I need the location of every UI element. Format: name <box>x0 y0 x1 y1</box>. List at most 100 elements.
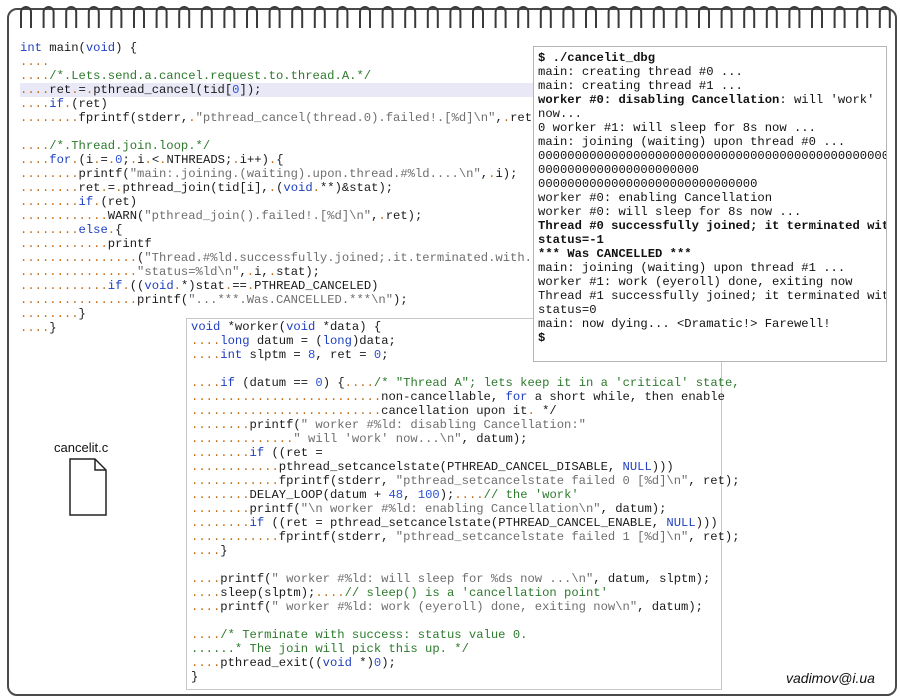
code-line: ....sleep(slptm);....// sleep() is a 'ca… <box>191 586 608 600</box>
code-line: ........if.(ret) <box>20 195 138 209</box>
binding-ring <box>87 6 100 28</box>
code-line: ....printf(" worker #%ld: will sleep for… <box>191 572 711 586</box>
terminal-line: main: creating thread #1 ... <box>538 79 743 93</box>
code-line: ................("Thread.#%ld.successful… <box>20 251 540 265</box>
code-line: ........ret.=.pthread_join(tid[i],.(void… <box>20 181 394 195</box>
binding-ring <box>178 6 191 28</box>
code-line: ..../* Terminate with success: status va… <box>191 628 528 642</box>
code-line: ........if ((ret = pthread_setcancelstat… <box>191 516 718 530</box>
terminal-line: $ <box>538 331 546 345</box>
binding-ring <box>517 6 530 28</box>
binding-ring <box>743 6 756 28</box>
binding-ring <box>675 6 688 28</box>
binding-ring <box>765 6 778 28</box>
terminal-line: 0000000000000000000000 <box>538 163 699 177</box>
code-line: ........printf("\n worker #%ld: enabling… <box>191 502 667 516</box>
file-icon[interactable] <box>69 458 107 516</box>
terminal-line: main: now dying... <Dramatic!> Farewell! <box>538 317 831 331</box>
binding-ring <box>652 6 665 28</box>
terminal-line: Thread #1 successfully joined; it termin… <box>538 289 887 303</box>
code-line: ............fprintf(stderr, "pthread_set… <box>191 474 740 488</box>
worker-function-code: void *worker(void *data) {....long datum… <box>191 320 740 684</box>
terminal-output-panel: $ ./cancelit_dbg main: creating thread #0… <box>533 46 887 362</box>
code-line: ............pthread_setcancelstate(PTHRE… <box>191 460 674 474</box>
code-line: ........printf(" worker #%ld: disabling … <box>191 418 586 432</box>
binding-ring <box>720 6 733 28</box>
code-line: ........DELAY_LOOP(datum + 48, 100);....… <box>191 488 579 502</box>
code-line: int main(void) { <box>20 41 138 55</box>
binding-ring <box>20 6 32 28</box>
code-line: ............if.((void.*)stat.==.PTHREAD_… <box>20 279 379 293</box>
terminal-line: main: creating thread #0 ... <box>538 65 743 79</box>
binding-ring <box>856 6 869 28</box>
terminal-line: worker #0: will sleep for 8s now ... <box>538 205 802 219</box>
binding-ring <box>65 6 78 28</box>
binding-ring <box>404 6 417 28</box>
binding-ring <box>788 6 801 28</box>
binding-ring <box>223 6 236 28</box>
binding-ring <box>539 6 552 28</box>
terminal-line: Thread #0 successfully joined; it termin… <box>538 219 887 233</box>
terminal-line: 0 worker #1: will sleep for 8s now ... <box>538 121 816 135</box>
spiral-binding <box>20 6 891 28</box>
binding-ring <box>110 6 123 28</box>
code-line: ......* The join will pick this up. */ <box>191 642 469 656</box>
code-line: ........else.{ <box>20 223 123 237</box>
terminal-line: status=0 <box>538 303 597 317</box>
terminal-line: main: joining (waiting) upon thread #1 .… <box>538 261 846 275</box>
code-line: .... <box>20 55 50 69</box>
terminal-line: 0000000000000000000000000000000000000000… <box>538 149 887 163</box>
binding-ring <box>291 6 304 28</box>
terminal-line: worker #0: enabling Cancellation <box>538 191 773 205</box>
binding-ring <box>268 6 281 28</box>
code-line: ....ret.=.pthread_cancel(tid[0]); <box>20 83 547 97</box>
code-line: ............WARN("pthread_join().failed!… <box>20 209 423 223</box>
terminal-line: $ ./cancelit_dbg <box>538 51 656 65</box>
binding-ring <box>449 6 462 28</box>
terminal-line: 000000000000000000000000000000 <box>538 177 758 191</box>
binding-ring <box>494 6 507 28</box>
main-function-code: int main(void) {.... ..../*.Lets.send.a.c… <box>20 41 547 335</box>
terminal-line: now... <box>538 107 582 121</box>
terminal-line: *** Was CANCELLED *** <box>538 247 692 261</box>
binding-ring <box>811 6 823 28</box>
code-line: ....if.(ret) <box>20 97 108 111</box>
binding-ring <box>200 6 213 28</box>
binding-ring <box>878 6 891 28</box>
binding-ring <box>833 6 846 28</box>
binding-ring <box>155 6 168 28</box>
code-line: ....if (datum == 0) {..../* "Thread A"; … <box>191 376 740 390</box>
binding-ring <box>133 6 145 28</box>
code-line: ..../*.Lets.send.a.cancel.request.to.thr… <box>20 69 372 83</box>
terminal-line: main: joining (waiting) upon thread #0 .… <box>538 135 846 149</box>
binding-ring <box>246 6 258 28</box>
author-signature: vadimov@i.ua <box>786 670 875 686</box>
code-line: ....for.(i.=.0;.i.<.NTHREADS;.i++).{ <box>20 153 284 167</box>
code-line: ..........................non-cancellabl… <box>191 390 725 404</box>
binding-ring <box>42 6 55 28</box>
code-line: ....printf(" worker #%ld: work (eyeroll)… <box>191 600 703 614</box>
code-line: ..........................cancellation u… <box>191 404 557 418</box>
code-line: ........printf("main:.joining.(waiting).… <box>20 167 518 181</box>
code-line: ................"status=%ld\n",.i,.stat)… <box>20 265 320 279</box>
binding-ring <box>607 6 620 28</box>
code-line: ............fprintf(stderr, "pthread_set… <box>191 530 740 544</box>
binding-ring <box>336 6 349 28</box>
terminal-line: worker #1: work (eyeroll) done, exiting … <box>538 275 853 289</box>
terminal-line: worker #0: disabling Cancellation: will … <box>538 93 875 107</box>
code-line: ........if ((ret = <box>191 446 323 460</box>
binding-ring <box>562 6 575 28</box>
binding-ring <box>630 6 643 28</box>
file-name-label: cancelit.c <box>54 440 109 455</box>
binding-ring <box>472 6 484 28</box>
code-line: ..../*.Thread.join.loop.*/ <box>20 139 211 153</box>
code-line: ....} <box>191 544 228 558</box>
code-line: ....pthread_exit((void *)0); <box>191 656 396 670</box>
binding-ring <box>313 6 326 28</box>
binding-ring <box>381 6 394 28</box>
binding-ring <box>585 6 597 28</box>
